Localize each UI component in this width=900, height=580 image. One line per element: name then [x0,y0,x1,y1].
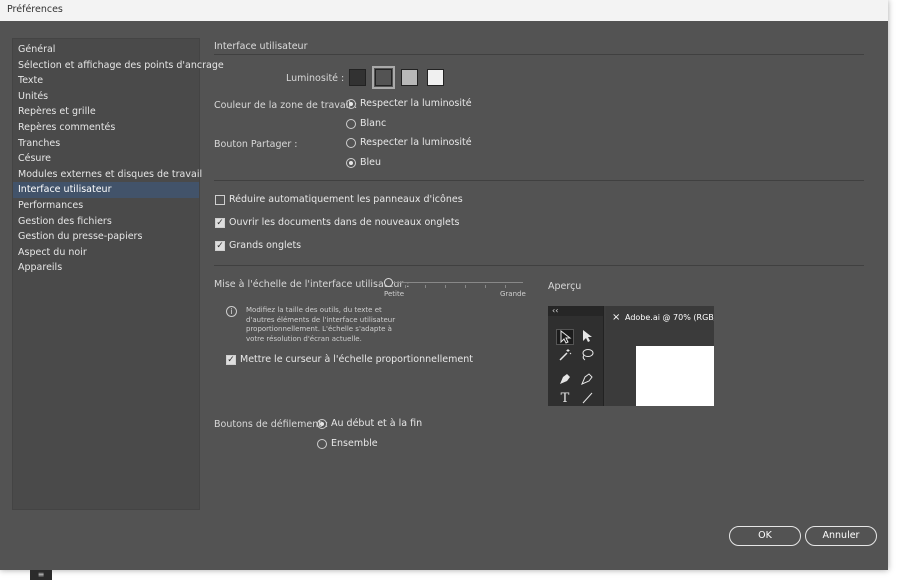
sidebar-item-smart-guides[interactable]: Repères commentés [13,120,199,136]
sidebar-item-appearance-of-black[interactable]: Aspect du noir [13,245,199,261]
brightness-swatch-medium-dark[interactable] [372,66,395,89]
slider-tick [405,285,406,288]
brightness-swatch-dark[interactable] [349,69,366,86]
large-tabs-label[interactable]: Grands onglets [229,240,301,251]
scale-cursor-checkbox[interactable]: ✓ [226,355,236,365]
scroll-buttons-option-together[interactable]: Ensemble [331,438,378,449]
ui-scaling-slider-track[interactable] [388,282,523,283]
slider-tick [465,285,466,288]
slider-max-label: Grande [500,290,526,298]
tools-panel: ‹‹ T [548,306,604,406]
ok-button[interactable]: OK [729,526,801,546]
brightness-swatch-medium-light[interactable] [401,69,418,86]
brightness-swatch-light[interactable] [427,69,444,86]
preview-label: Aperçu [548,281,582,292]
direct-selection-tool-icon [578,329,596,345]
collapse-icon: ‹‹ [548,306,603,316]
title-bar: Préférences [0,0,888,21]
sidebar-item-file-handling[interactable]: Gestion des fichiers [13,214,199,230]
sidebar-item-clipboard[interactable]: Gestion du presse-papiers [13,229,199,245]
curvature-tool-icon [578,372,596,388]
menu-icon[interactable]: ≡ [30,570,52,580]
selection-tool-icon [556,329,574,345]
divider [214,265,864,266]
share-button-option-blue[interactable]: Bleu [360,157,381,168]
sidebar-item-slices[interactable]: Tranches [13,136,199,152]
sidebar-item-plugins-scratch-disks[interactable]: Modules externes et disques de travail [13,167,202,183]
slider-tick [425,285,426,288]
sidebar-item-performance[interactable]: Performances [13,198,199,214]
info-icon: i [226,306,237,317]
workspace-color-radio-white[interactable] [346,119,356,129]
scroll-buttons-radio-together[interactable] [317,439,327,449]
magic-wand-tool-icon [556,348,574,364]
share-button-label: Bouton Partager : [214,139,298,150]
scale-cursor-label[interactable]: Mettre le curseur à l'échelle proportion… [240,354,473,365]
workspace-color-label: Couleur de la zone de travail : [214,100,358,111]
sidebar-item-user-interface[interactable]: Interface utilisateur [13,182,199,198]
sidebar-item-general[interactable]: Général [13,42,199,58]
slider-tick [445,285,446,288]
scroll-buttons-radio-start-end[interactable] [317,419,327,429]
slider-tick [505,285,506,288]
sidebar-item-units[interactable]: Unités [13,89,199,105]
auto-collapse-label[interactable]: Réduire automatiquement les panneaux d'i… [229,194,463,205]
share-button-radio-match[interactable] [346,138,356,148]
sidebar-item-guides-grid[interactable]: Repères et grille [13,104,199,120]
type-tool-icon: T [560,391,570,406]
lasso-tool-icon [578,348,596,364]
open-in-tabs-label[interactable]: Ouvrir les documents dans de nouveaux on… [229,217,460,228]
brightness-label: Luminosité : [286,73,345,84]
workspace-color-option-white[interactable]: Blanc [360,118,386,129]
preview-artboard [636,346,714,406]
window-title: Préférences [7,4,63,15]
close-icon: × [612,312,621,323]
ui-scaling-info-text: Modifiez la taille des outils, du texte … [246,306,396,343]
slider-min-label: Petite [384,290,405,298]
line-tool-icon [578,391,596,406]
section-title: Interface utilisateur [214,41,308,52]
ui-scaling-slider-thumb[interactable] [384,278,393,287]
scroll-buttons-option-start-end[interactable]: Au début et à la fin [331,418,422,429]
pen-tool-icon [556,372,574,388]
open-in-tabs-checkbox[interactable]: ✓ [215,218,225,228]
divider [214,180,864,181]
sidebar-item-selection-anchor-display[interactable]: Sélection et affichage des points d'ancr… [13,58,224,74]
slider-tick [485,285,486,288]
sidebar-item-hyphenation[interactable]: Césure [13,151,199,167]
share-button-option-match[interactable]: Respecter la luminosité [360,137,472,148]
ui-scaling-label: Mise à l'échelle de l'interface utilisat… [214,279,410,290]
preview-panel: ‹‹ T × Adobe.ai @ 70% (RGB/ [548,306,714,406]
preferences-dialog: Préférences Général Sélection et afficha… [0,0,888,570]
document-tab-title: Adobe.ai @ 70% (RGB/ [625,313,714,322]
workspace-color-radio-match[interactable] [346,99,356,109]
workspace-color-option-match[interactable]: Respecter la luminosité [360,98,472,109]
auto-collapse-checkbox[interactable] [215,195,225,205]
sidebar-item-devices[interactable]: Appareils [13,260,199,276]
cancel-button[interactable]: Annuler [805,526,877,546]
scroll-buttons-label: Boutons de défilement : [214,419,329,430]
document-tab: × Adobe.ai @ 70% (RGB/ [606,306,714,330]
sidebar-item-type[interactable]: Texte [13,73,199,89]
category-list: Général Sélection et affichage des point… [12,38,224,510]
large-tabs-checkbox[interactable]: ✓ [215,241,225,251]
share-button-radio-blue[interactable] [346,158,356,168]
divider [214,54,864,55]
